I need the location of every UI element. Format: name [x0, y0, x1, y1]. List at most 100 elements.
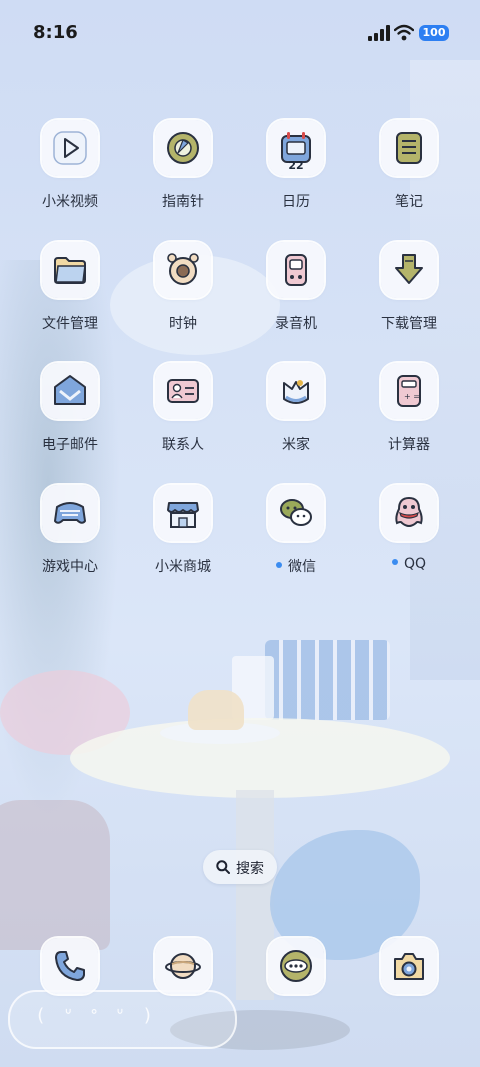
search-button[interactable]: 搜索 [203, 850, 277, 884]
mail-icon [54, 375, 86, 405]
store-icon [167, 502, 199, 528]
app-tile [268, 363, 324, 419]
app-tile [155, 242, 211, 298]
wallpaper-basket [265, 640, 390, 720]
qq-penguin-icon [395, 496, 423, 527]
app-gamepad[interactable]: 游戏中心 [17, 485, 127, 595]
app-label: 计算器 [356, 434, 462, 454]
app-tile [42, 363, 98, 419]
phone-icon [55, 951, 85, 981]
app-label-text: 录音机 [275, 316, 317, 332]
app-folder[interactable]: 文件管理 [17, 242, 127, 352]
app-label-text: QQ [403, 556, 427, 572]
app-play[interactable]: 小米视频 [17, 120, 127, 230]
app-tile [381, 120, 437, 176]
recorder-icon [285, 254, 307, 286]
app-tile [42, 485, 98, 541]
dock-tile [42, 938, 98, 994]
app-label: 文件管理 [17, 313, 123, 333]
compass-icon [167, 132, 199, 164]
app-label-text: 米家 [282, 437, 310, 453]
app-label: 小米商城 [130, 556, 236, 576]
app-tile [381, 485, 437, 541]
folder-icon [54, 257, 86, 284]
app-label: 录音机 [243, 313, 349, 333]
app-label-text: 日历 [282, 194, 310, 210]
wallpaper-cloud-doodle: ( ᐡ ᐤ ᐡ ) [35, 1005, 158, 1026]
app-label-text: 小米商城 [155, 559, 211, 575]
app-label-text: 微信 [288, 559, 316, 575]
app-label: QQ [356, 556, 462, 572]
app-calendar[interactable]: 22 日历 [243, 120, 353, 230]
app-label: 电子邮件 [17, 434, 123, 454]
app-tile [42, 242, 98, 298]
app-calculator[interactable]: + = 计算器 [356, 363, 466, 473]
status-bar: 8:16 100 [0, 0, 480, 66]
new-install-dot [276, 562, 282, 568]
dock-tile [268, 938, 324, 994]
app-label: 微信 [243, 556, 349, 576]
download-arrow-icon [395, 254, 423, 284]
app-label: 指南针 [130, 191, 236, 211]
app-tile [268, 242, 324, 298]
messages-icon [280, 950, 312, 982]
app-tile [155, 485, 211, 541]
wifi-icon [394, 24, 414, 41]
app-compass[interactable]: 指南针 [130, 120, 240, 230]
app-label-text: 文件管理 [42, 316, 98, 332]
app-label: 日历 [243, 191, 349, 211]
play-icon [53, 131, 87, 165]
app-label-text: 时钟 [169, 316, 197, 332]
app-label: 联系人 [130, 434, 236, 454]
dock-tile [381, 938, 437, 994]
app-tile [155, 363, 211, 419]
app-label-text: 联系人 [162, 437, 204, 453]
app-tile: 22 [268, 120, 324, 176]
alarm-clock-icon [167, 253, 199, 285]
calendar-day: 22 [288, 159, 304, 172]
app-alarm-clock[interactable]: 时钟 [130, 242, 240, 352]
app-tile: + = [381, 363, 437, 419]
dock-camera[interactable] [356, 938, 466, 998]
app-label-text: 计算器 [388, 437, 430, 453]
new-install-dot [391, 559, 398, 565]
svg-text:+ =: + = [404, 392, 420, 401]
app-mijia[interactable]: 米家 [243, 363, 353, 473]
app-store[interactable]: 小米商城 [130, 485, 240, 595]
dock-tile [155, 938, 211, 994]
dock-browser-planet[interactable] [130, 938, 240, 998]
search-label: 搜索 [236, 861, 264, 877]
app-contact-card[interactable]: 联系人 [130, 363, 240, 473]
app-recorder[interactable]: 录音机 [243, 242, 353, 352]
browser-planet-icon [165, 953, 201, 979]
app-label: 游戏中心 [17, 556, 123, 576]
gamepad-icon [54, 502, 86, 524]
dock-phone[interactable] [17, 938, 127, 998]
app-label-text: 笔记 [395, 194, 423, 210]
battery-indicator: 100 [419, 25, 449, 41]
app-tile [155, 120, 211, 176]
mijia-icon [283, 380, 309, 404]
notes-icon [396, 132, 422, 164]
app-tile [42, 120, 98, 176]
app-label-text: 小米视频 [42, 194, 98, 210]
status-time: 8:16 [33, 22, 78, 43]
app-tile [268, 485, 324, 541]
app-label-text: 下载管理 [381, 316, 437, 332]
app-wechat[interactable]: 微信 [243, 485, 353, 595]
app-qq-penguin[interactable]: QQ [356, 485, 466, 595]
app-label-text: 游戏中心 [42, 559, 98, 575]
app-tile [381, 242, 437, 298]
app-label: 笔记 [356, 191, 462, 211]
wallpaper-muffin [188, 690, 244, 730]
app-mail[interactable]: 电子邮件 [17, 363, 127, 473]
dock-messages[interactable] [243, 938, 353, 998]
wechat-icon [280, 499, 312, 526]
app-notes[interactable]: 笔记 [356, 120, 466, 230]
app-label: 小米视频 [17, 191, 123, 211]
app-download-arrow[interactable]: 下载管理 [356, 242, 466, 352]
cellular-signal-icon [368, 25, 390, 41]
wallpaper-pot [0, 800, 110, 950]
app-label: 下载管理 [356, 313, 462, 333]
camera-icon [394, 953, 424, 980]
